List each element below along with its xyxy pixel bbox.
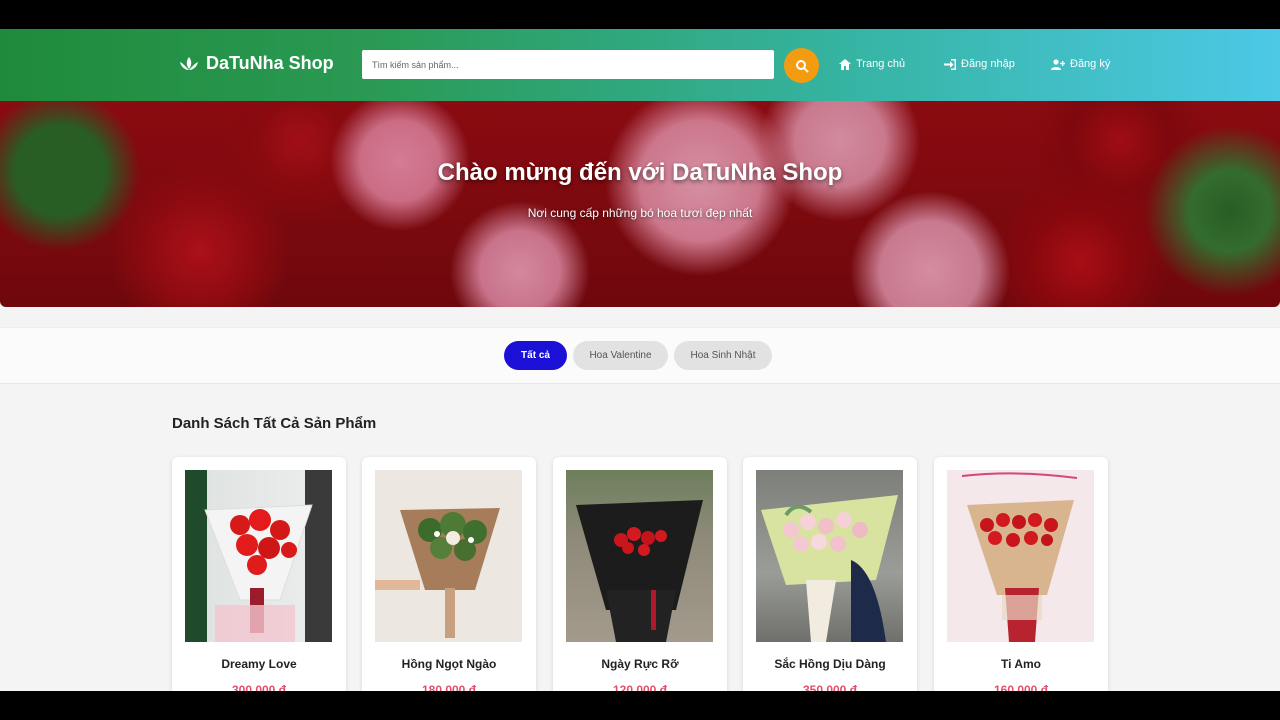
- product-card[interactable]: Hồng Ngọt Ngào 180.000 đ: [362, 457, 536, 691]
- nav-login[interactable]: Đăng nhập: [944, 58, 1015, 70]
- bouquet-illustration: [576, 500, 703, 642]
- hero-title: Chào mừng đến với DaTuNha Shop: [437, 159, 843, 186]
- product-card[interactable]: Sắc Hồng Dịu Dàng 350.000 đ: [743, 457, 917, 691]
- login-icon: [944, 58, 956, 70]
- nav-home[interactable]: Trang chủ: [839, 58, 905, 70]
- logo-text: DaTuNha Shop: [206, 53, 334, 73]
- filter-all[interactable]: Tất cả: [504, 341, 567, 370]
- hero-overlay: [0, 101, 1280, 307]
- product-image[interactable]: [947, 470, 1094, 642]
- product-price: 350.000 đ: [802, 683, 858, 691]
- section-title: Danh Sách Tất Cả Sản Phẩm: [172, 415, 377, 432]
- search-input[interactable]: [362, 50, 774, 79]
- nav-home-label: Trang chủ: [856, 58, 906, 70]
- product-image[interactable]: [185, 470, 332, 642]
- category-filter-bar: Tất cả Hoa Valentine Hoa Sinh Nhật: [0, 327, 1280, 384]
- product-name[interactable]: Hồng Ngọt Ngào: [362, 657, 536, 671]
- nav-register[interactable]: Đăng ký: [1051, 58, 1110, 70]
- hero-subtitle: Nơi cung cấp những bó hoa tươi đẹp nhất: [527, 206, 753, 220]
- nav-login-label: Đăng nhập: [961, 58, 1015, 70]
- logo[interactable]: DaTuNha Shop: [178, 53, 334, 74]
- home-icon: [839, 58, 851, 70]
- product-card[interactable]: Ngày Rực Rỡ 120.000 đ: [553, 457, 727, 691]
- product-name[interactable]: Ngày Rực Rỡ: [553, 657, 727, 671]
- product-image[interactable]: [566, 470, 713, 642]
- search-icon: [795, 59, 809, 73]
- product-image[interactable]: [375, 470, 522, 642]
- product-price: 120.000 đ: [612, 683, 668, 691]
- product-card[interactable]: Dreamy Love 300.000 đ: [172, 457, 346, 691]
- search-button[interactable]: [784, 48, 819, 83]
- user-plus-icon: [1051, 58, 1065, 70]
- filter-valentine[interactable]: Hoa Valentine: [573, 341, 668, 370]
- product-image[interactable]: [756, 470, 903, 642]
- bouquet-illustration: [961, 472, 1078, 642]
- bouquet-illustration: [375, 508, 500, 638]
- product-card[interactable]: Ti Amo 160.000 đ: [934, 457, 1108, 691]
- bouquet-illustration: [761, 495, 898, 642]
- hero-banner: Chào mừng đến với DaTuNha Shop Nơi cung …: [0, 101, 1280, 307]
- product-price: 300.000 đ: [231, 683, 287, 691]
- filter-birthday[interactable]: Hoa Sinh Nhật: [674, 341, 772, 370]
- browser-viewport: DaTuNha Shop Trang chủ Đăng nhập Đăng ký…: [0, 29, 1280, 691]
- product-name[interactable]: Sắc Hồng Dịu Dàng: [743, 657, 917, 671]
- product-price: 180.000 đ: [421, 683, 477, 691]
- product-name[interactable]: Dreamy Love: [172, 657, 346, 671]
- bouquet-illustration: [204, 504, 313, 642]
- nav-register-label: Đăng ký: [1070, 58, 1111, 70]
- product-name[interactable]: Ti Amo: [934, 657, 1108, 671]
- product-price: 160.000 đ: [993, 683, 1049, 691]
- lotus-icon: [180, 56, 198, 70]
- site-header: DaTuNha Shop Trang chủ Đăng nhập Đăng ký: [0, 29, 1280, 101]
